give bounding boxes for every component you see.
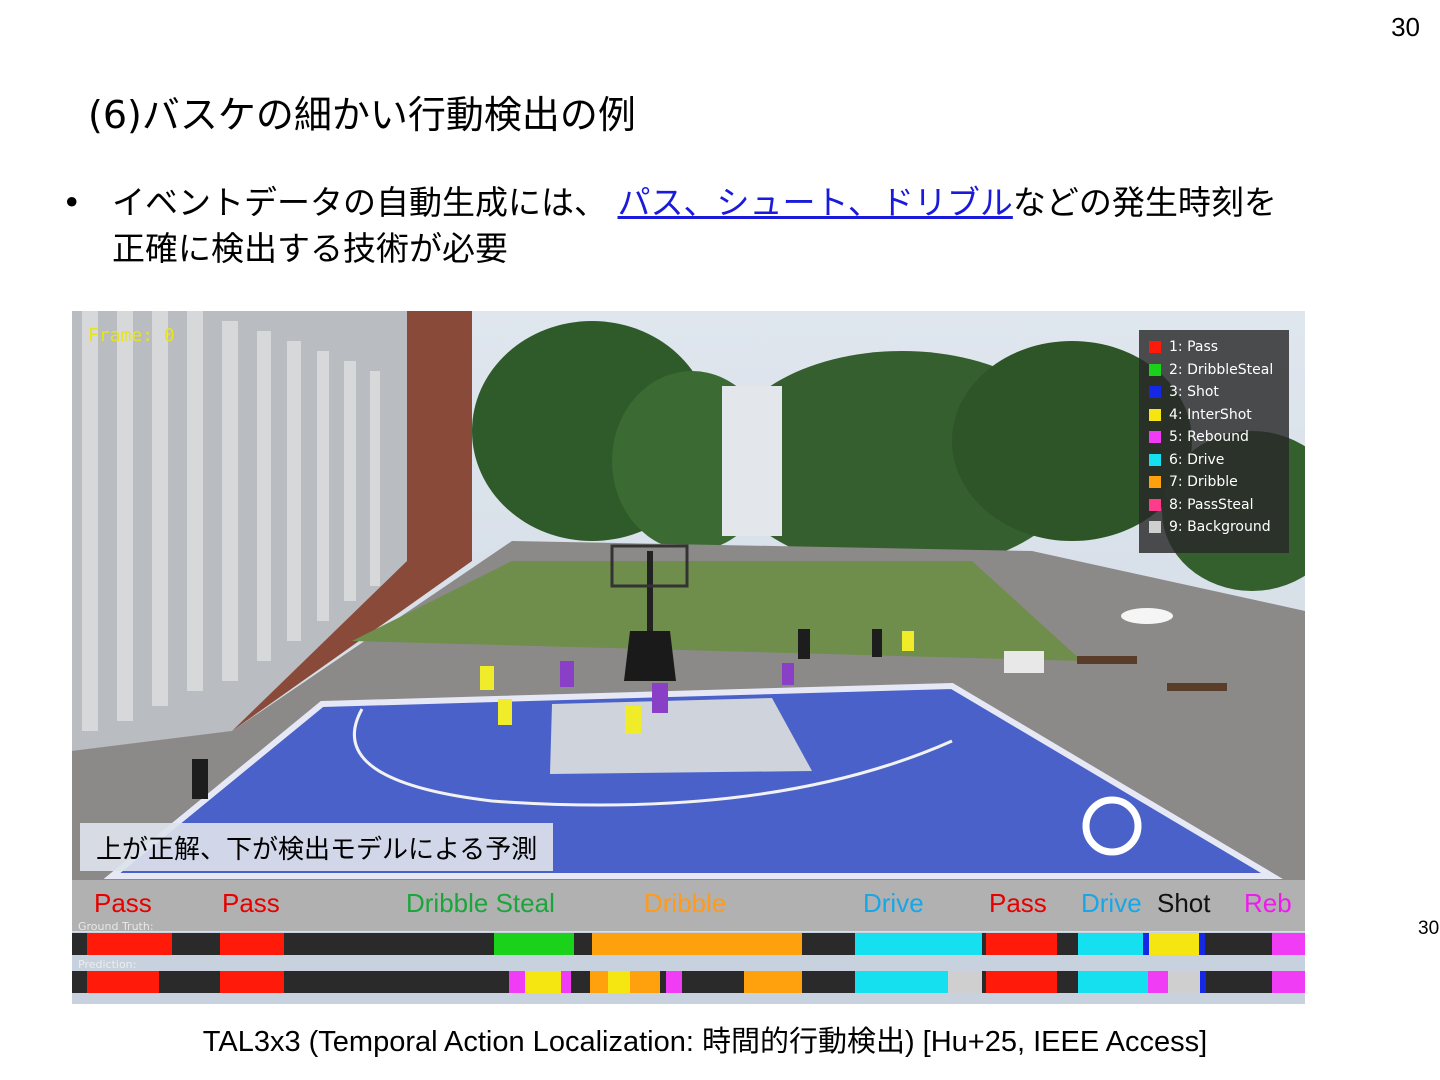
legend-swatch — [1149, 341, 1161, 354]
bullet-link[interactable]: パス、シュート、ドリブル — [618, 183, 1013, 222]
legend-swatch — [1149, 363, 1161, 376]
event-label: Pass — [989, 888, 1047, 918]
legend-item: 6: Drive — [1139, 449, 1289, 472]
pred-segment — [744, 971, 802, 993]
figure-caption: 上が正解、下が検出モデルによる予測 — [80, 823, 554, 871]
pred-segment — [1148, 971, 1168, 993]
legend-label: 8: PassSteal — [1169, 496, 1254, 513]
legend-label: 4: InterShot — [1169, 406, 1252, 423]
pred-segment — [220, 971, 284, 993]
legend-label: 9: Background — [1169, 519, 1271, 536]
legend-item: 3: Shot — [1139, 381, 1289, 404]
ground-truth-track — [72, 933, 1305, 955]
legend-label: 1: Pass — [1169, 339, 1219, 356]
legend-item: 2: DribbleSteal — [1139, 359, 1289, 382]
legend-swatch — [1149, 453, 1161, 466]
legend-swatch — [1149, 521, 1161, 534]
event-label: Dribble — [644, 888, 727, 918]
pred-segment — [525, 971, 561, 993]
pred-segment — [1200, 971, 1206, 993]
event-label: Reb — [1244, 888, 1292, 918]
legend-item: 4: InterShot — [1139, 404, 1289, 427]
bullet-point: • イベントデータの自動生成には、 パス、シュート、ドリブルなどの発生時刻を正確… — [62, 180, 1292, 272]
bullet-symbol: • — [62, 183, 82, 222]
legend-label: 7: Dribble — [1169, 474, 1238, 491]
action-legend: 1: Pass 2: DribbleSteal 3: Shot 4: Inter… — [1139, 330, 1289, 553]
ground-truth-title: Ground Truth: — [78, 920, 154, 933]
pred-segment — [87, 971, 159, 993]
gt-segment — [592, 933, 802, 955]
pred-segment — [948, 971, 982, 993]
legend-item: 9: Background — [1139, 516, 1289, 539]
legend-swatch — [1149, 476, 1161, 489]
gt-segment — [855, 933, 982, 955]
legend-label: 2: DribbleSteal — [1169, 361, 1274, 378]
pred-segment — [561, 971, 571, 993]
slide-title: (6)バスケの細かい行動検出の例 — [88, 93, 636, 137]
event-label: Drive — [1081, 888, 1142, 918]
legend-item: 7: Dribble — [1139, 471, 1289, 494]
pred-segment — [608, 971, 630, 993]
gt-segment — [986, 933, 1057, 955]
event-label: Drive — [863, 888, 924, 918]
legend-swatch — [1149, 386, 1161, 399]
legend-swatch — [1149, 431, 1161, 444]
pred-segment — [630, 971, 660, 993]
event-label: Pass — [222, 888, 280, 918]
pred-segment — [509, 971, 525, 993]
pred-segment — [666, 971, 682, 993]
legend-item: 5: Rebound — [1139, 426, 1289, 449]
page-number: 30 — [1391, 12, 1420, 42]
gt-segment — [1149, 933, 1199, 955]
pred-segment — [1272, 971, 1305, 993]
legend-swatch — [1149, 498, 1161, 511]
legend-label: 5: Rebound — [1169, 429, 1249, 446]
event-label: Shot — [1157, 888, 1211, 918]
event-label: Pass — [94, 888, 152, 918]
legend-item: 1: Pass — [1139, 336, 1289, 359]
bullet-text-before: イベントデータの自動生成には、 — [112, 183, 618, 222]
legend-swatch — [1149, 408, 1161, 421]
pred-segment — [986, 971, 1057, 993]
page-number-side: 30 — [1418, 918, 1440, 939]
gt-segment — [87, 933, 172, 955]
gt-segment — [1272, 933, 1305, 955]
gt-segment — [494, 933, 574, 955]
gt-segment — [220, 933, 284, 955]
citation: TAL3x3 (Temporal Action Localization: 時間… — [202, 1026, 1208, 1058]
bullet-text: イベントデータの自動生成には、 パス、シュート、ドリブルなどの発生時刻を正確に検… — [112, 180, 1292, 272]
pred-segment — [855, 971, 948, 993]
legend-item: 8: PassSteal — [1139, 494, 1289, 517]
pred-segment — [1168, 971, 1200, 993]
video-frame-figure: Frame: 0 1: Pass 2: DribbleSteal 3: Shot… — [72, 311, 1305, 1004]
gt-segment — [1078, 933, 1143, 955]
frame-counter: Frame: 0 — [88, 325, 175, 346]
event-label: Dribble Steal — [406, 888, 555, 918]
pred-segment — [1078, 971, 1148, 993]
legend-label: 3: Shot — [1169, 384, 1219, 401]
gt-segment — [1199, 933, 1205, 955]
prediction-track — [72, 971, 1305, 993]
legend-label: 6: Drive — [1169, 451, 1225, 468]
prediction-title: Prediction: — [78, 958, 137, 971]
pred-segment — [590, 971, 608, 993]
